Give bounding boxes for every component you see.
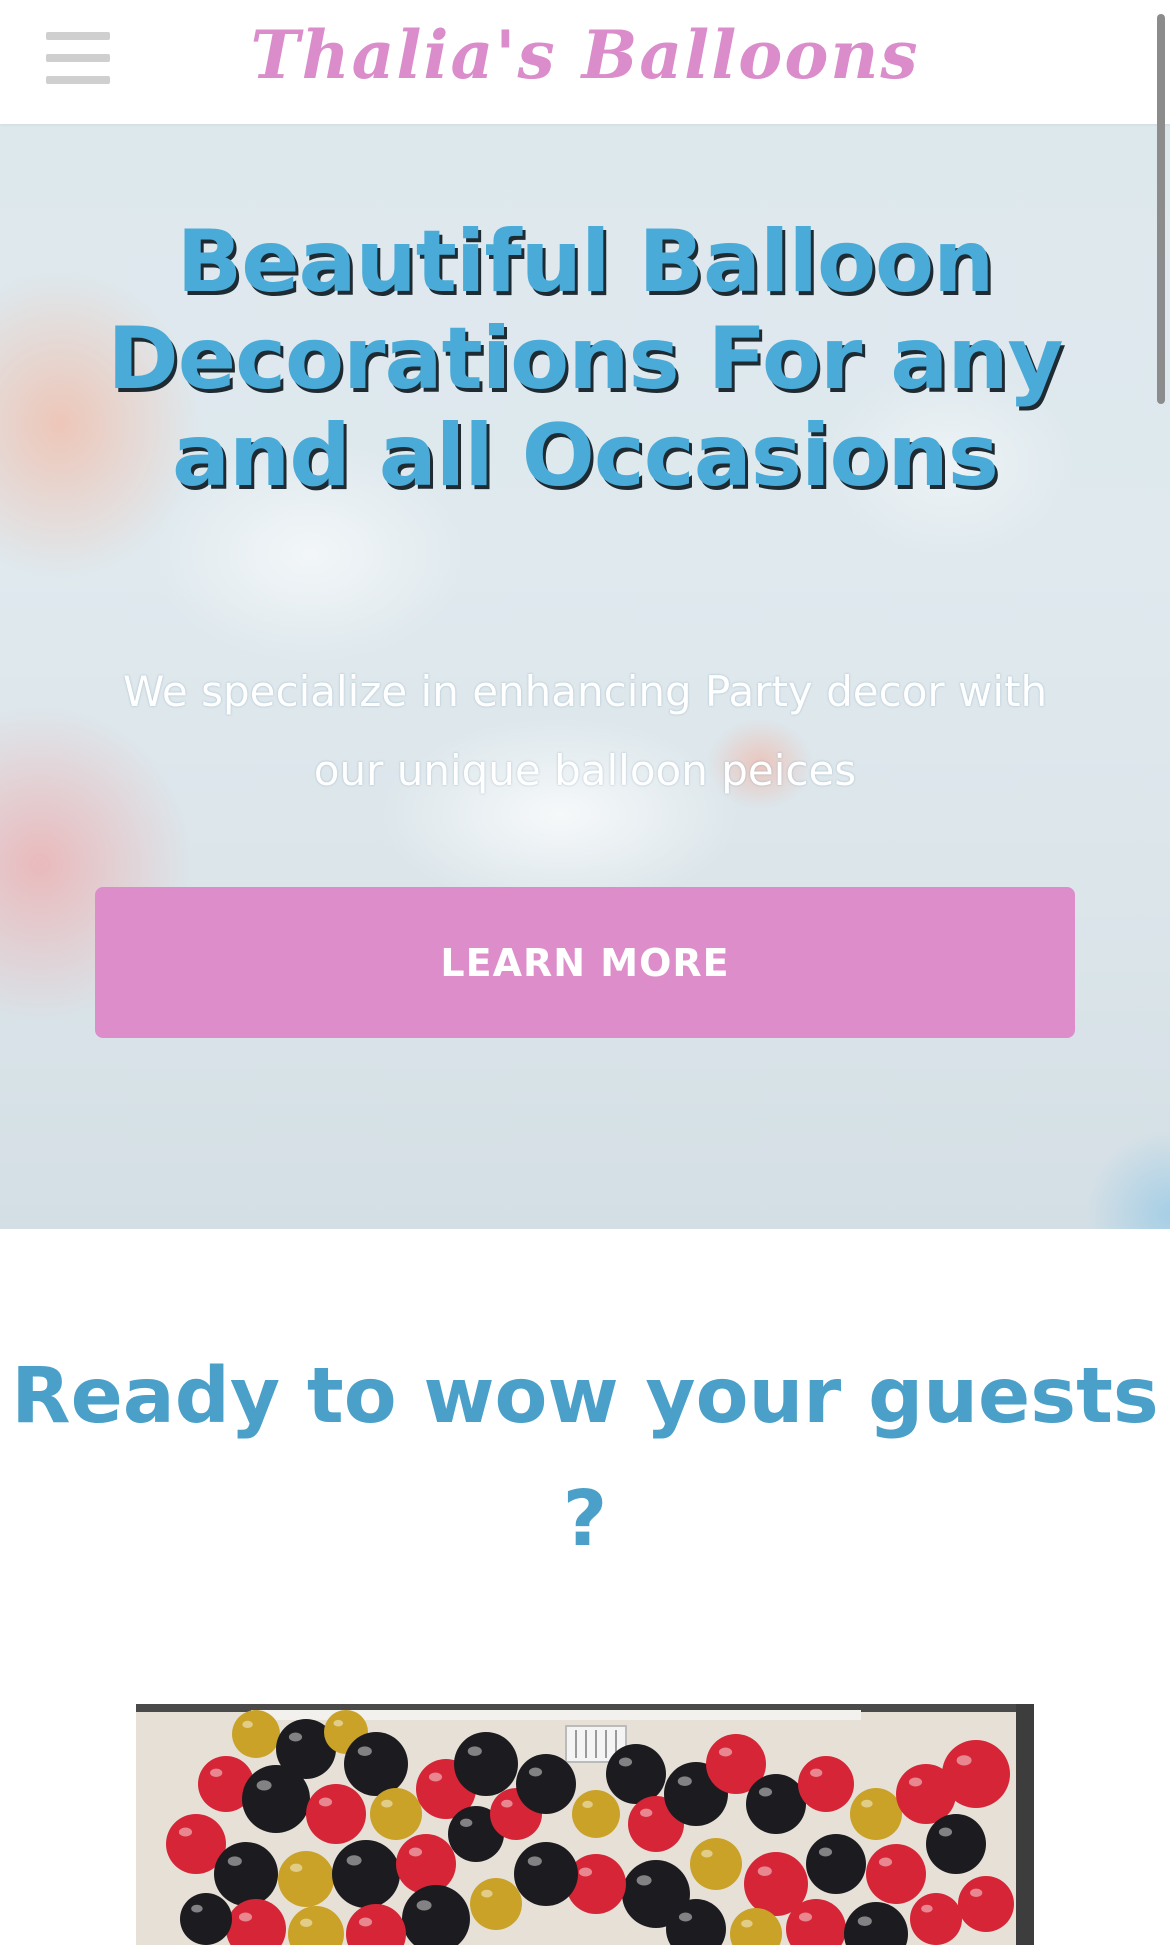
balloon-highlight bbox=[956, 1755, 972, 1766]
balloon bbox=[396, 1834, 456, 1894]
balloon-highlight bbox=[528, 1767, 543, 1777]
balloon bbox=[866, 1844, 926, 1904]
balloon-highlight bbox=[191, 1904, 203, 1913]
balloon-highlight bbox=[970, 1888, 983, 1897]
balloon-highlight bbox=[861, 1799, 873, 1808]
balloon-highlight bbox=[618, 1757, 633, 1767]
balloon bbox=[798, 1756, 854, 1812]
balloon bbox=[242, 1765, 310, 1833]
balloon-highlight bbox=[242, 1720, 253, 1728]
page-scrollbar[interactable] bbox=[1157, 14, 1165, 404]
balloon bbox=[926, 1814, 986, 1874]
balloon bbox=[180, 1893, 232, 1945]
page: Thalia's Balloons Beautiful Balloon Deco… bbox=[0, 0, 1170, 1945]
balloon-highlight bbox=[677, 1776, 692, 1786]
balloon bbox=[516, 1754, 576, 1814]
balloon-highlight bbox=[857, 1916, 872, 1926]
balloon bbox=[232, 1710, 280, 1758]
site-logo[interactable]: Thalia's Balloons bbox=[0, 8, 1170, 102]
balloon-highlight bbox=[346, 1855, 362, 1866]
hero-subtitle: We specialize in enhancing Party decor w… bbox=[122, 667, 1048, 795]
learn-more-button[interactable]: LEARN MORE bbox=[95, 887, 1075, 1038]
balloon-highlight bbox=[741, 1919, 753, 1928]
balloon-highlight bbox=[757, 1866, 772, 1876]
balloon-highlight bbox=[256, 1780, 272, 1791]
balloon-highlight bbox=[238, 1912, 253, 1922]
balloon bbox=[332, 1840, 400, 1908]
balloon-highlight bbox=[818, 1847, 833, 1857]
balloon bbox=[344, 1732, 408, 1796]
balloon-highlight bbox=[467, 1746, 482, 1756]
hero-title: Beautiful Balloon Decorations For any an… bbox=[107, 212, 1063, 506]
balloon bbox=[958, 1876, 1014, 1932]
balloon-highlight bbox=[798, 1912, 813, 1922]
balloon-highlight bbox=[357, 1746, 372, 1756]
balloon-highlight bbox=[428, 1772, 443, 1782]
balloon-highlight bbox=[288, 1732, 303, 1742]
balloon-highlight bbox=[578, 1867, 593, 1877]
balloon bbox=[690, 1838, 742, 1890]
balloon bbox=[454, 1732, 518, 1796]
balloon-highlight bbox=[416, 1900, 432, 1911]
balloon bbox=[606, 1744, 666, 1804]
section-title: Ready to wow your guests ? bbox=[11, 1352, 1159, 1564]
balloon-highlight bbox=[333, 1719, 344, 1727]
balloon-highlight bbox=[178, 1827, 193, 1837]
balloon-highlight bbox=[718, 1747, 733, 1757]
balloon-photo-illustration bbox=[136, 1704, 1034, 1945]
balloon-highlight bbox=[701, 1849, 713, 1858]
balloon-highlight bbox=[582, 1800, 593, 1808]
balloon-garland-photo bbox=[136, 1704, 1034, 1945]
balloon bbox=[470, 1878, 522, 1930]
balloon bbox=[514, 1842, 578, 1906]
balloon-highlight bbox=[527, 1856, 542, 1866]
hero-section: Beautiful Balloon Decorations For any an… bbox=[0, 124, 1170, 1229]
balloon-highlight bbox=[210, 1768, 223, 1777]
balloon-highlight bbox=[290, 1863, 303, 1872]
balloon-highlight bbox=[318, 1797, 333, 1807]
balloon-highlight bbox=[381, 1799, 393, 1808]
balloon bbox=[278, 1851, 334, 1907]
balloon-highlight bbox=[460, 1818, 473, 1827]
balloon bbox=[746, 1774, 806, 1834]
balloon-highlight bbox=[227, 1856, 242, 1866]
balloon bbox=[306, 1784, 366, 1844]
balloon bbox=[370, 1788, 422, 1840]
balloon-highlight bbox=[878, 1857, 893, 1867]
balloon-highlight bbox=[481, 1889, 493, 1898]
balloon-highlight bbox=[678, 1912, 693, 1922]
balloon-highlight bbox=[908, 1777, 923, 1787]
balloon-highlight bbox=[758, 1787, 773, 1797]
balloon bbox=[850, 1788, 902, 1840]
balloon bbox=[806, 1834, 866, 1894]
balloon-highlight bbox=[640, 1808, 653, 1817]
balloon-highlight bbox=[810, 1768, 823, 1777]
balloon bbox=[942, 1740, 1010, 1808]
balloon-highlight bbox=[408, 1847, 423, 1857]
balloon-highlight bbox=[501, 1799, 513, 1808]
balloon-highlight bbox=[300, 1918, 313, 1927]
balloon bbox=[572, 1790, 620, 1838]
balloon-highlight bbox=[938, 1827, 953, 1837]
site-header: Thalia's Balloons bbox=[0, 0, 1170, 124]
balloon bbox=[910, 1893, 962, 1945]
balloon bbox=[214, 1842, 278, 1906]
balloon-highlight bbox=[921, 1904, 933, 1913]
balloon-highlight bbox=[358, 1917, 373, 1927]
balloon-highlight bbox=[636, 1875, 652, 1886]
